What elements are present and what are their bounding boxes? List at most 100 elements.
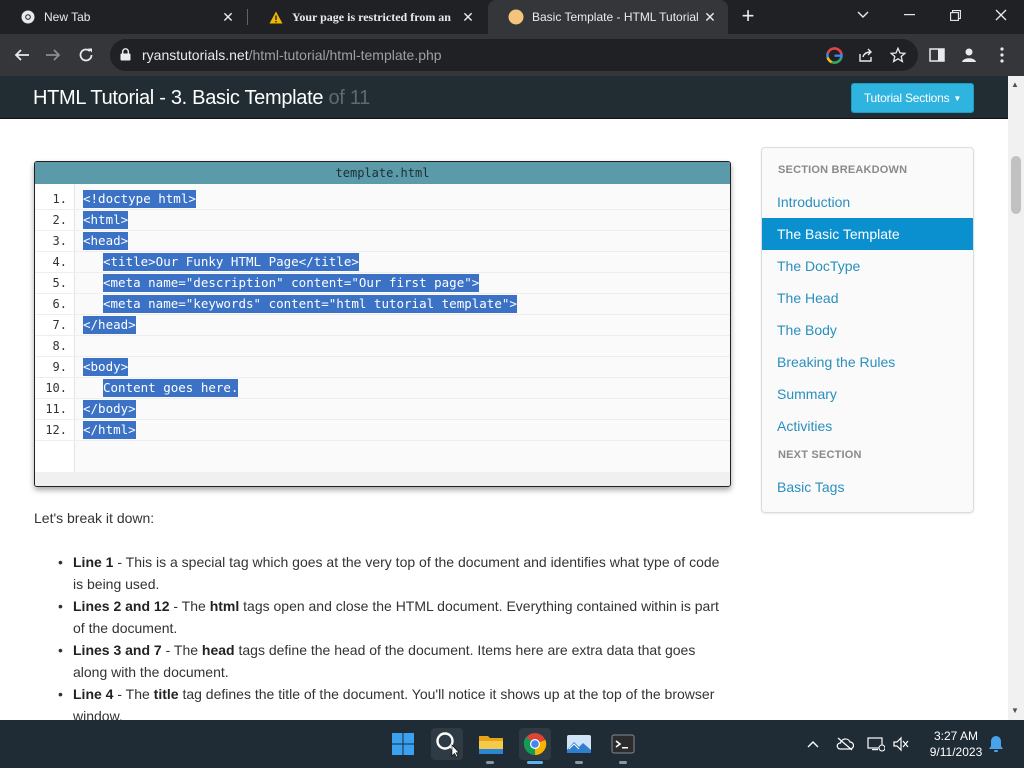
scrollbar-thumb[interactable] bbox=[1011, 156, 1021, 214]
sidebar-item-activities[interactable]: Activities bbox=[762, 410, 973, 442]
system-clock[interactable]: 3:27 AM 9/11/2023 bbox=[916, 728, 996, 760]
share-icon[interactable] bbox=[857, 46, 875, 64]
code-text[interactable]: <body> bbox=[83, 358, 129, 376]
close-tab-icon[interactable]: ✕ bbox=[218, 9, 238, 26]
code-text[interactable]: </html> bbox=[83, 421, 136, 439]
list-item-tag: head bbox=[201, 642, 235, 658]
sidebar-item-breaking-rules[interactable]: Breaking the Rules bbox=[762, 346, 973, 378]
code-text[interactable]: Content goes here. bbox=[103, 379, 239, 397]
line-number: 3. bbox=[52, 234, 67, 248]
file-explorer-icon[interactable] bbox=[475, 728, 507, 760]
scroll-up-arrow-icon[interactable]: ▲ bbox=[1011, 80, 1019, 89]
code-text[interactable]: </head> bbox=[83, 316, 136, 334]
notification-bell-icon[interactable] bbox=[986, 734, 1006, 754]
list-item-tag: title bbox=[153, 686, 179, 702]
scroll-down-arrow-icon[interactable]: ▼ bbox=[1011, 706, 1019, 715]
code-line: 11. </body> bbox=[35, 399, 730, 420]
code-text[interactable]: <!doctype html> bbox=[83, 190, 196, 208]
sidebar-item-basic-template[interactable]: The Basic Template bbox=[762, 218, 973, 250]
code-line: 2. <html> bbox=[35, 210, 730, 231]
url-path: /html-tutorial/html-template.php bbox=[248, 47, 442, 63]
terminal-icon[interactable] bbox=[607, 728, 639, 760]
list-item-text: - This is a special tag which goes at th… bbox=[73, 554, 720, 592]
code-text[interactable]: <title>Our Funky HTML Page</title> bbox=[103, 253, 359, 271]
tab-restricted[interactable]: Your page is restricted from an ✕ bbox=[248, 0, 486, 34]
restore-icon[interactable] bbox=[932, 0, 978, 30]
code-line: 1. <!doctype html> bbox=[35, 189, 730, 210]
address-bar[interactable]: ryanstutorials.net/html-tutorial/html-te… bbox=[110, 39, 918, 71]
url-host: ryanstutorials.net bbox=[142, 47, 249, 63]
code-line: 7. </head> bbox=[35, 315, 730, 336]
caret-down-icon: ▼ bbox=[953, 93, 962, 103]
close-tab-icon[interactable]: ✕ bbox=[700, 9, 720, 26]
code-line: 10. Content goes here. bbox=[35, 378, 730, 399]
lock-icon[interactable] bbox=[120, 48, 131, 66]
sidebar-item-basic-tags[interactable]: Basic Tags bbox=[762, 471, 973, 503]
code-text[interactable]: <meta name="description" content="Our fi… bbox=[103, 274, 480, 292]
forward-arrow-icon[interactable] bbox=[40, 42, 66, 68]
line-number: 6. bbox=[52, 297, 67, 311]
close-window-icon[interactable] bbox=[978, 0, 1024, 30]
sidebar-item-introduction[interactable]: Introduction bbox=[762, 186, 973, 218]
code-text[interactable]: <meta name="keywords" content="html tuto… bbox=[103, 295, 517, 313]
photos-app-icon[interactable] bbox=[563, 728, 595, 760]
clock-date: 9/11/2023 bbox=[929, 745, 983, 759]
code-example-box: template.html 1. <!doctype html> 2. <html>… bbox=[34, 161, 731, 487]
windows-taskbar: 3:27 AM 9/11/2023 bbox=[0, 720, 1024, 768]
profile-avatar-icon[interactable] bbox=[959, 45, 979, 65]
code-line: 4. <title>Our Funky HTML Page</title> bbox=[35, 252, 730, 273]
line-number: 5. bbox=[52, 276, 67, 290]
explanation-list: Line 1 - This is a special tag which goe… bbox=[58, 551, 723, 720]
page-title: HTML Tutorial - 3. Basic Template of 11 bbox=[33, 87, 370, 110]
tab-basic-template[interactable]: Basic Template - HTML Tutorial ✕ bbox=[488, 0, 728, 34]
bookmark-star-icon[interactable] bbox=[889, 46, 907, 64]
back-arrow-icon[interactable] bbox=[9, 42, 35, 68]
running-indicator bbox=[575, 761, 583, 764]
next-section-heading: NEXT SECTION bbox=[778, 449, 862, 461]
list-item-text: - The bbox=[169, 598, 210, 614]
page-viewport: HTML Tutorial - 3. Basic Template of 11 … bbox=[0, 76, 1008, 720]
tutorial-sections-label: Tutorial Sections bbox=[863, 91, 950, 105]
code-line: 8. bbox=[35, 336, 730, 357]
sidebar-item-summary[interactable]: Summary bbox=[762, 378, 973, 410]
code-text[interactable]: <html> bbox=[83, 211, 129, 229]
code-horizontal-scrollbar[interactable] bbox=[35, 472, 730, 486]
close-tab-icon[interactable]: ✕ bbox=[458, 9, 478, 26]
sidebar-item-body[interactable]: The Body bbox=[762, 314, 973, 346]
code-text[interactable]: </body> bbox=[83, 400, 136, 418]
page-scrollbar[interactable]: ▲ ▼ bbox=[1008, 76, 1024, 720]
search-icon[interactable] bbox=[431, 728, 463, 760]
tutorial-sections-button[interactable]: Tutorial Sections ▼ bbox=[851, 83, 974, 113]
google-lens-icon[interactable] bbox=[825, 46, 843, 64]
line-number: 8. bbox=[52, 339, 67, 353]
running-indicator bbox=[486, 761, 494, 764]
list-item-text: - The bbox=[161, 642, 202, 658]
line-number: 12. bbox=[45, 423, 67, 437]
chrome-taskbar-icon[interactable] bbox=[519, 728, 551, 760]
clock-time: 3:27 AM bbox=[933, 729, 979, 743]
tab-search-chevron-icon[interactable] bbox=[840, 0, 886, 30]
sidebar-item-head[interactable]: The Head bbox=[762, 282, 973, 314]
sidebar-item-doctype[interactable]: The DocType bbox=[762, 250, 973, 282]
code-text[interactable]: <head> bbox=[83, 232, 129, 250]
reload-icon[interactable] bbox=[73, 42, 99, 68]
active-indicator bbox=[527, 761, 543, 764]
network-icon[interactable] bbox=[866, 734, 886, 754]
warning-icon bbox=[268, 9, 284, 25]
list-item: Lines 2 and 12 - The html tags open and … bbox=[58, 595, 723, 639]
kebab-menu-icon[interactable] bbox=[992, 45, 1012, 65]
list-item-text: - The bbox=[113, 686, 154, 702]
line-number: 9. bbox=[52, 360, 67, 374]
side-panel-icon[interactable] bbox=[927, 45, 947, 65]
windows-start-icon[interactable] bbox=[387, 728, 419, 760]
minimize-icon[interactable] bbox=[886, 0, 932, 30]
new-tab-plus-icon[interactable]: + bbox=[737, 5, 759, 27]
code-line: 3. <head> bbox=[35, 231, 730, 252]
list-item: Line 4 - The title tag defines the title… bbox=[58, 683, 723, 720]
cloud-offline-icon[interactable] bbox=[835, 734, 855, 754]
volume-muted-icon[interactable] bbox=[891, 734, 911, 754]
page-title-text: HTML Tutorial - 3. Basic Template bbox=[33, 87, 324, 109]
chevron-up-icon[interactable] bbox=[803, 734, 823, 754]
line-number: 10. bbox=[45, 381, 67, 395]
tab-new-tab[interactable]: New Tab ✕ bbox=[0, 0, 246, 34]
